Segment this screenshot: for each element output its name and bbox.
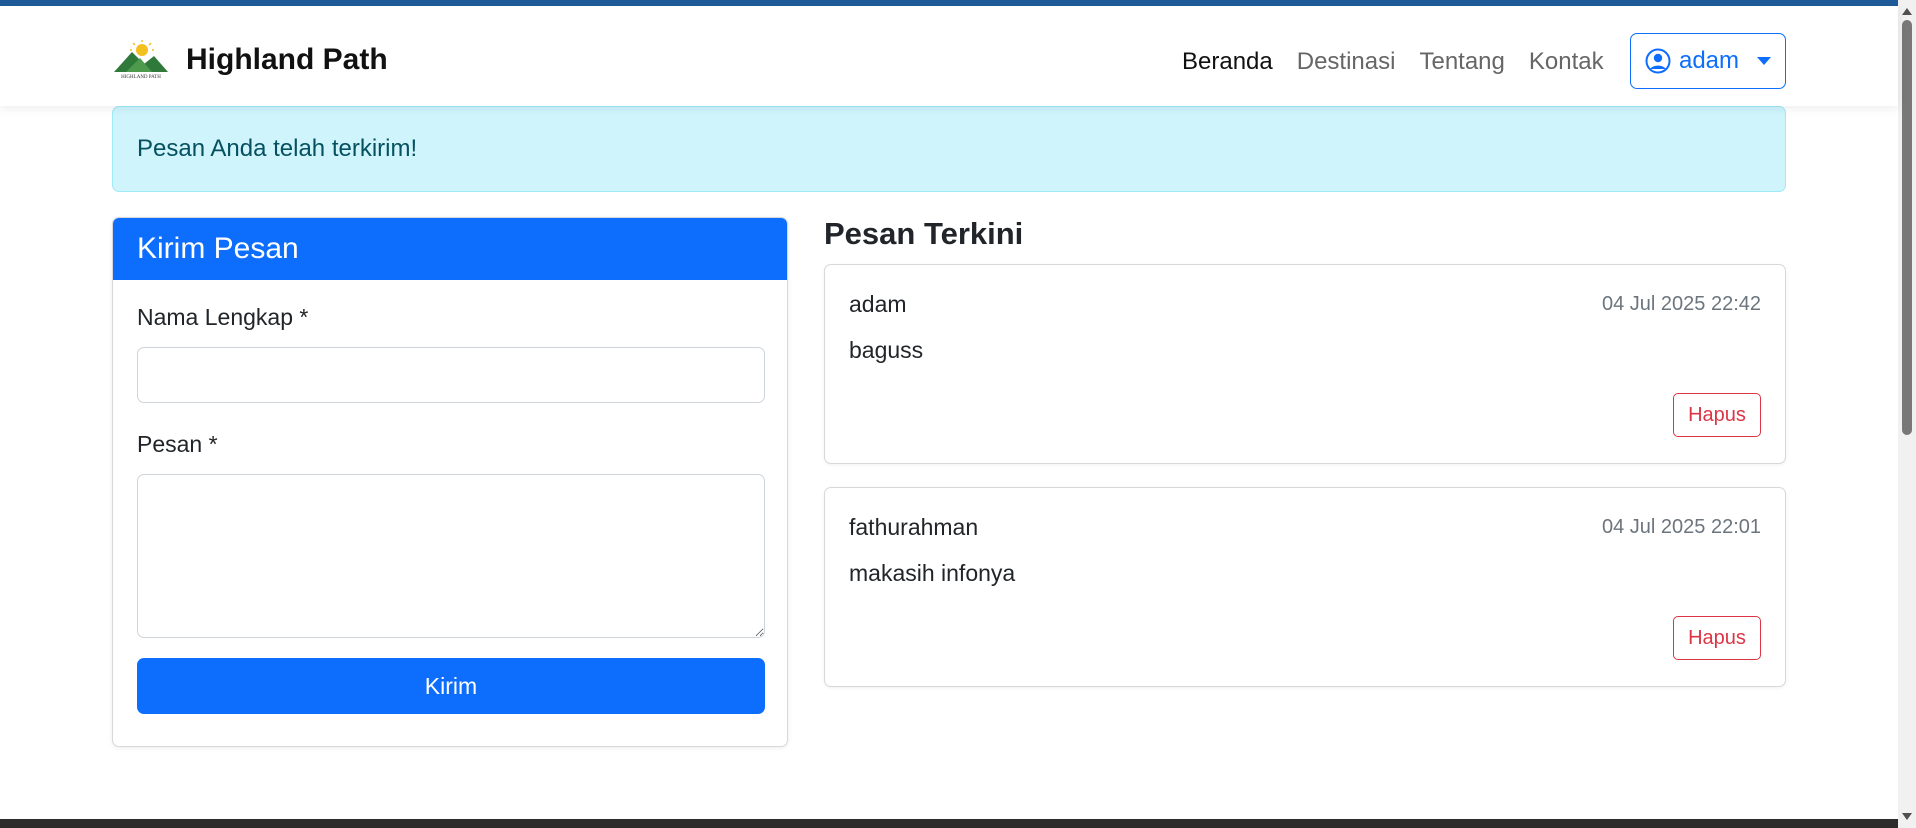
brand[interactable]: HIGHLAND PATH Highland Path [112,36,388,84]
delete-button[interactable]: Hapus [1673,393,1761,437]
send-message-card: Kirim Pesan Nama Lengkap * Pesan * Kirim [112,217,788,747]
user-name: adam [1678,47,1740,74]
message-author: fathurahman [849,514,979,540]
chevron-down-icon [1757,57,1772,65]
nav-item-kontak[interactable]: Kontak [1517,46,1616,78]
vertical-scrollbar[interactable] [1898,0,1916,828]
message-text: baguss [849,337,924,363]
message-timestamp: 04 Jul 2025 22:01 [1601,516,1761,538]
footer-edge [0,819,1898,828]
message-author: adam [849,291,907,317]
user-circle-icon [1645,48,1671,74]
delete-button[interactable]: Hapus [1673,616,1761,660]
name-input[interactable] [137,347,765,403]
message-label: Pesan * [137,431,218,457]
nav-links: Beranda Destinasi Tentang Kontak [1170,46,1616,78]
nav-item-destinasi[interactable]: Destinasi [1285,46,1408,78]
nav-item-tentang[interactable]: Tentang [1407,46,1516,78]
form-title: Kirim Pesan [113,218,787,280]
alert-text: Pesan Anda telah terkirim! [137,135,418,162]
name-label: Nama Lengkap * [137,304,309,330]
nav-item-beranda[interactable]: Beranda [1170,46,1285,78]
message-timestamp: 04 Jul 2025 22:42 [1601,293,1761,315]
message-card: adam 04 Jul 2025 22:42 baguss Hapus [824,264,1786,464]
logo-wordmark: HIGHLAND PATH [121,75,161,80]
form-body: Nama Lengkap * Pesan * Kirim [113,280,787,738]
scroll-up-arrow-icon[interactable] [1902,8,1912,15]
submit-button[interactable]: Kirim [137,658,765,714]
mountain-logo-icon: HIGHLAND PATH [114,40,168,80]
recent-messages-title: Pesan Terkini [824,216,1024,251]
user-dropdown-button[interactable]: adam [1630,33,1786,89]
message-card: fathurahman 04 Jul 2025 22:01 makasih in… [824,487,1786,687]
message-textarea[interactable] [137,474,765,638]
message-text: makasih infonya [849,560,1016,586]
scroll-down-arrow-icon[interactable] [1902,813,1912,820]
navbar: HIGHLAND PATH Highland Path Beranda Dest… [0,6,1898,106]
scroll-thumb[interactable] [1902,20,1912,435]
success-alert: Pesan Anda telah terkirim! [112,106,1786,192]
brand-name: Highland Path [186,43,388,76]
